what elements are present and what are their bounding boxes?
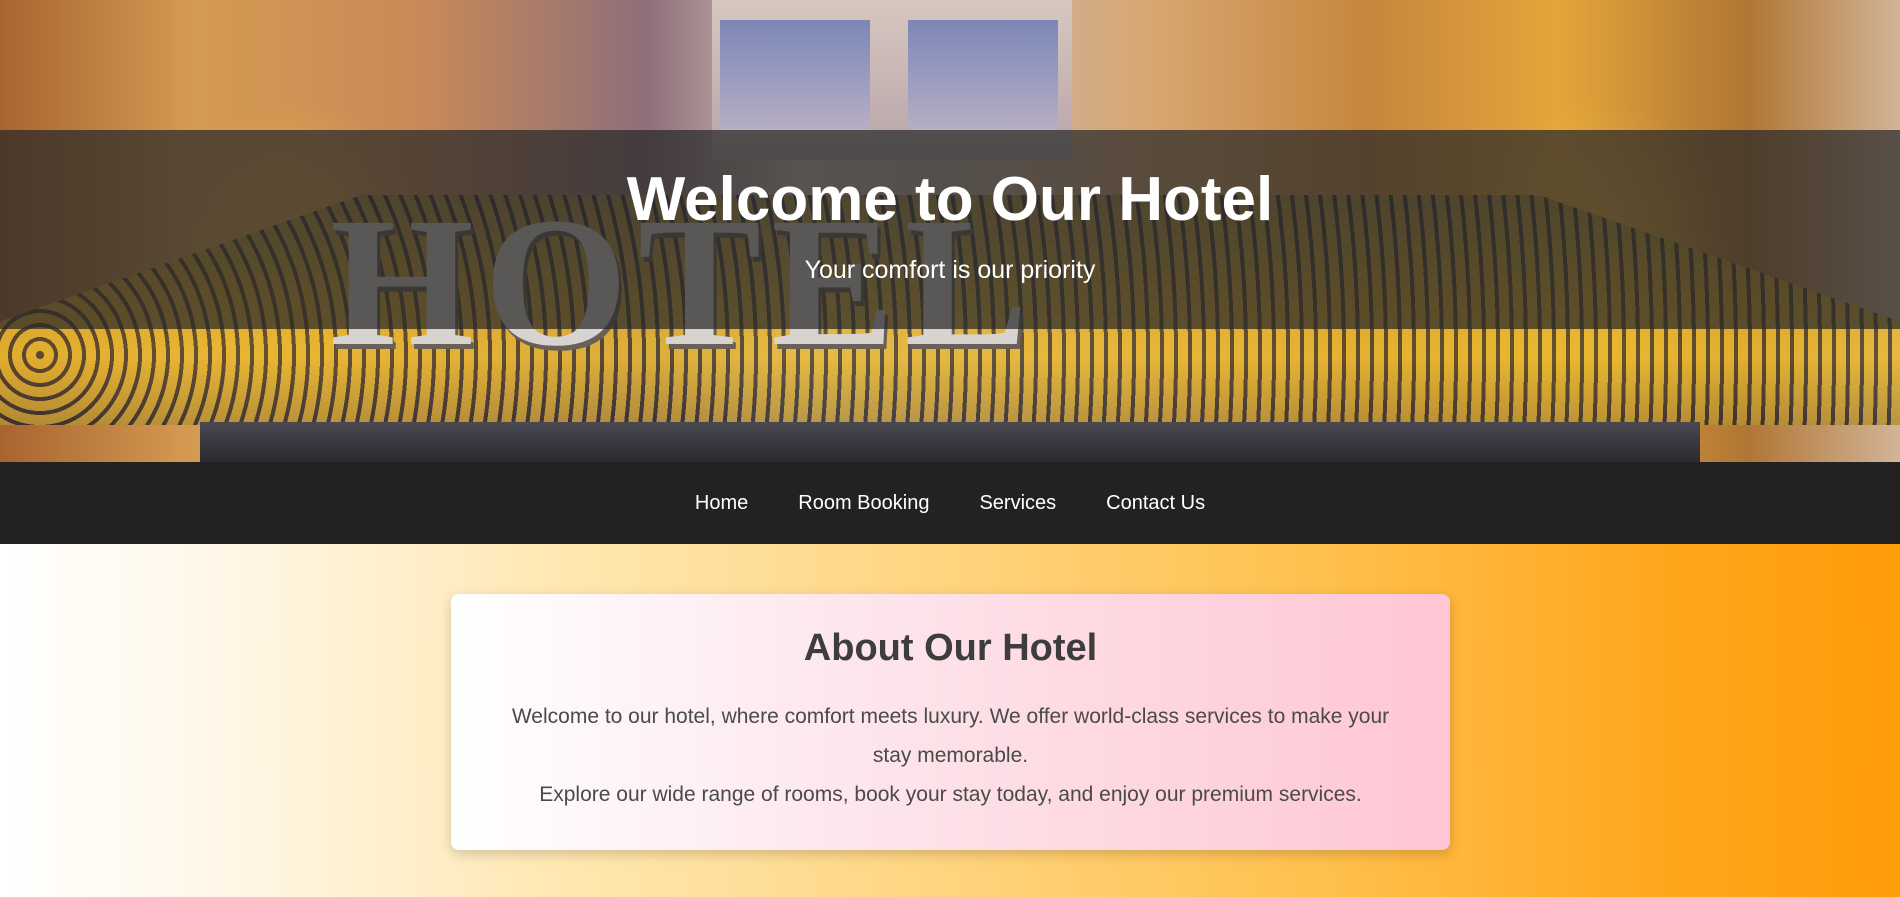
about-title: About Our Hotel [803, 627, 1098, 669]
hero-banner: HOTEL Welcome to Our Hotel Your comfort … [0, 0, 1900, 462]
nav-link-contact-us[interactable]: Contact Us [1106, 492, 1205, 515]
nav-link-home[interactable]: Home [695, 492, 748, 515]
hero-subtitle: Your comfort is our priority [804, 256, 1096, 284]
nav-link-room-booking[interactable]: Room Booking [798, 492, 929, 515]
hero-overlay: Welcome to Our Hotel Your comfort is our… [0, 130, 1900, 329]
hero-window-pane-left [720, 20, 870, 130]
hero-title: Welcome to Our Hotel [626, 165, 1274, 234]
hero-window-pane-right [908, 20, 1058, 130]
hero-background-ledge [200, 422, 1700, 462]
about-description: Welcome to our hotel, where comfort meet… [491, 667, 1410, 814]
about-paragraph-1: Welcome to our hotel, where comfort meet… [511, 705, 1390, 767]
main-navigation: Home Room Booking Services Contact Us [0, 462, 1900, 544]
about-paragraph-2: Explore our wide range of rooms, book yo… [539, 783, 1362, 806]
about-section: About Our Hotel Welcome to our hotel, wh… [451, 594, 1450, 850]
nav-link-services[interactable]: Services [979, 492, 1056, 515]
